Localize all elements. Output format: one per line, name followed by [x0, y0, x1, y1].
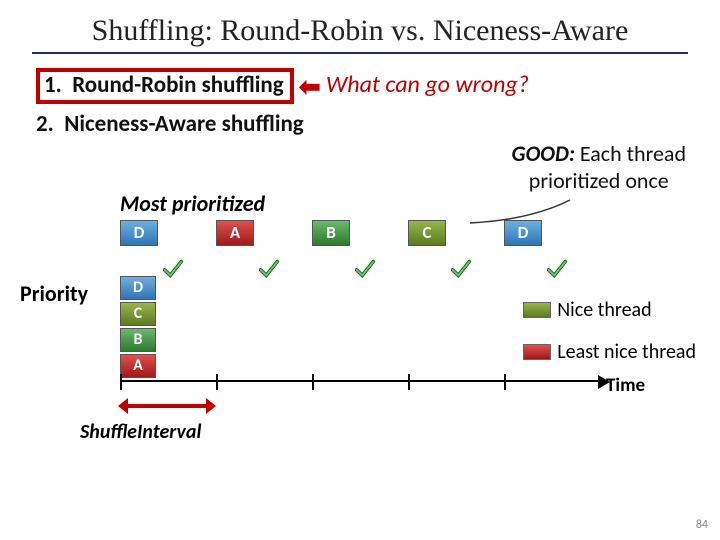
- item-1-boxed: 1. Round-Robin shuffling: [36, 68, 294, 104]
- shuffle-interval-arrow: [118, 398, 216, 414]
- priority-axis-label: Priority: [20, 280, 88, 307]
- good-rest2: prioritized once: [529, 167, 669, 194]
- items-list: 1. Round-Robin shuffling ⬅ What can go w…: [36, 68, 720, 138]
- axis-tick: [312, 374, 314, 390]
- arrowhead-right-icon: [206, 398, 216, 414]
- check-icon: [354, 258, 376, 280]
- thread-block: C: [408, 220, 446, 246]
- time-axis: [120, 380, 600, 396]
- legend: Nice thread Least nice thread: [523, 298, 696, 382]
- check-icon: [162, 258, 184, 280]
- legend-row: Least nice thread: [523, 340, 696, 364]
- top-thread-row: D A B C D: [120, 220, 600, 256]
- legend-label: Nice thread: [557, 298, 651, 322]
- what-can-go-wrong: What can go wrong?: [326, 70, 529, 99]
- thread-block: D: [504, 220, 542, 246]
- shuffle-interval-label: ShuffleInterval: [80, 420, 201, 444]
- page-number: 84: [696, 518, 708, 532]
- thread-block: B: [312, 220, 350, 246]
- arrow-line: [126, 404, 208, 408]
- item-1-row: 1. Round-Robin shuffling ⬅ What can go w…: [36, 68, 720, 104]
- thread-block: D: [120, 220, 158, 246]
- arrow-left-icon: ⬅: [299, 70, 321, 102]
- axis-tick: [120, 374, 122, 390]
- good-callout: GOOD: Each thread prioritized once: [512, 140, 686, 194]
- priority-labels-column: D C B A: [120, 276, 156, 380]
- check-row: [120, 258, 600, 284]
- legend-label: Least nice thread: [557, 340, 696, 364]
- legend-row: Nice thread: [523, 298, 696, 322]
- priority-label-box: C: [120, 302, 156, 326]
- most-prioritized-label: Most prioritized: [120, 190, 265, 217]
- time-axis-label: Time: [606, 374, 645, 397]
- priority-label-box: B: [120, 328, 156, 352]
- check-icon: [258, 258, 280, 280]
- thread-block: A: [216, 220, 254, 246]
- check-icon: [546, 258, 568, 280]
- priority-label-box: A: [120, 354, 156, 378]
- swatch-icon: [523, 344, 551, 360]
- axis-tick: [408, 374, 410, 390]
- priority-label-box: D: [120, 276, 156, 300]
- item-2: 2. Niceness-Aware shuffling: [36, 110, 720, 138]
- axis-tick: [504, 374, 506, 390]
- slide-title: Shuffling: Round-Robin vs. Niceness-Awar…: [0, 0, 720, 48]
- check-icon: [450, 258, 472, 280]
- title-underline: [32, 52, 688, 54]
- good-rest1: Each thread: [575, 140, 686, 167]
- good-bold: GOOD:: [512, 140, 575, 167]
- swatch-icon: [523, 302, 551, 318]
- axis-tick: [216, 374, 218, 390]
